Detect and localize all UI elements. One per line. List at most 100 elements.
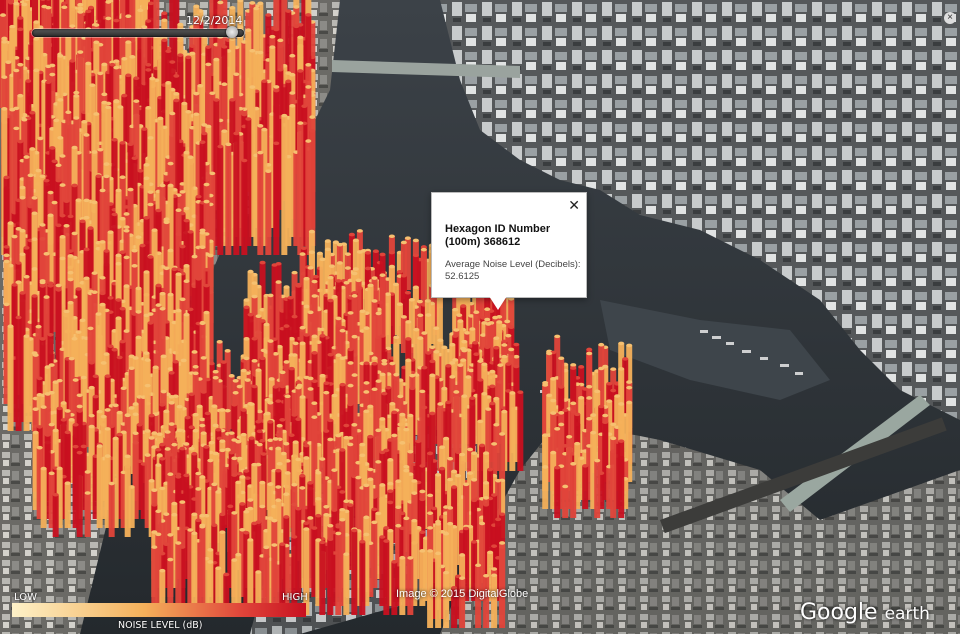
noise-bar-cap [392,282,399,287]
noise-bar-cap [497,363,504,367]
noise-bar-cap [127,187,134,192]
noise-bar-cap [188,446,195,451]
noise-bar-cap [276,344,283,349]
noise-bar-cap [399,441,406,445]
noise-bar-cap [297,121,304,125]
noise-bar-cap [100,361,107,365]
noise-bar-cap [249,48,256,53]
noise-bar-cap [289,91,296,95]
map-view[interactable] [0,0,960,634]
noise-bar-cap [11,234,18,239]
noise-bar-cap [513,354,520,359]
noise-bar-cap [513,364,520,369]
noise-bar-cap [300,246,307,250]
noise-bar-cap [275,485,282,489]
noise-bar-cap [64,409,71,413]
noise-bar-cap [379,450,386,455]
noise-bar-cap [257,150,264,155]
noise-bar-cap [327,418,334,423]
noise-bar-cap [400,315,407,319]
noise-bar-cap [115,188,122,193]
noise-bar-cap [405,320,412,324]
noise-bar-cap [229,5,236,10]
noise-bar-cap [268,377,275,381]
noise-bar-cap [49,146,56,150]
noise-bar-cap [80,444,87,449]
noise-bar-cap [183,206,190,211]
noise-bar-cap [32,407,39,411]
noise-bar-cap [308,250,315,254]
noise-bar-cap [495,517,502,522]
noise-bar-cap [375,428,382,433]
noise-bar-cap [574,441,581,446]
noise-bar-cap [101,92,108,97]
noise-bar-cap [257,124,264,128]
noise-bar-cap [550,450,557,455]
noise-bar-cap [39,284,46,288]
noise-bar-cap [451,485,458,489]
noise-bar-cap [449,342,456,347]
noise-bar-cap [508,347,515,352]
noise-bar-cap [309,115,316,119]
noise-bar-cap [285,79,292,84]
noise-bar-cap [339,448,346,452]
noise-bar-cap [168,394,175,399]
noise-bar-cap [183,279,190,283]
noise-bar-cap [21,2,28,7]
noise-bar-cap [284,394,291,399]
noise-bar-cap [115,316,122,320]
noise-bar-cap [71,145,78,150]
noise-bar-cap [88,385,95,390]
noise-bar-cap [291,413,298,417]
noise-bar-cap [107,344,114,349]
noise-bar-cap [297,35,304,40]
noise-bar-cap [11,283,18,287]
noise-bar-cap [367,477,374,482]
noise-bar-cap [224,408,231,413]
noise-bar-cap [279,417,286,422]
noise-bar-cap [403,464,410,469]
noise-bar-cap [72,422,79,427]
noise-bar-cap [283,285,290,289]
noise-bar [610,438,617,518]
noise-bar-cap [61,5,68,9]
noise-bar-cap [211,523,218,527]
noise-bar [76,452,83,537]
noise-bar-cap [295,457,302,462]
noise-bar-cap [610,388,617,393]
noise-bar-cap [429,359,436,364]
noise-bar-cap [19,291,26,295]
noise-bar-cap [163,512,170,516]
noise-bar-cap [244,378,251,382]
noise-bar-cap [295,385,302,390]
noise-bar-cap [419,489,426,494]
noise-bar-cap [395,479,402,484]
noise-bar-cap [257,1,264,6]
noise-bar-cap [120,386,127,391]
noise-bar-cap [255,419,262,424]
noise-bar-cap [57,98,64,102]
noise-bar-cap [147,321,154,325]
noise-bar-cap [283,441,290,446]
noise-bar-cap [289,103,296,108]
noise-bar-cap [323,504,330,509]
noise-bar-cap [443,436,450,441]
noise-bar-cap [156,432,163,437]
noise-bar-cap [480,333,487,337]
noise-bar-cap [135,235,142,239]
noise-bar-cap [602,420,609,425]
noise-bar-cap [439,445,446,449]
noise-bar-cap [485,407,492,411]
noise-bar-cap [578,395,585,400]
noise-bar-cap [168,400,175,405]
noise-bar-cap [271,263,278,267]
noise-bar-cap [167,161,174,166]
noise-bar-cap [352,238,359,243]
noise-bar-cap [125,14,132,19]
noise-bar-cap [105,16,112,21]
noise-bar-cap [400,273,407,278]
noise-bar-cap [570,366,577,370]
noise-bar-cap [289,72,296,77]
noise-bar-cap [245,28,252,32]
noise-bar-cap [441,345,448,350]
